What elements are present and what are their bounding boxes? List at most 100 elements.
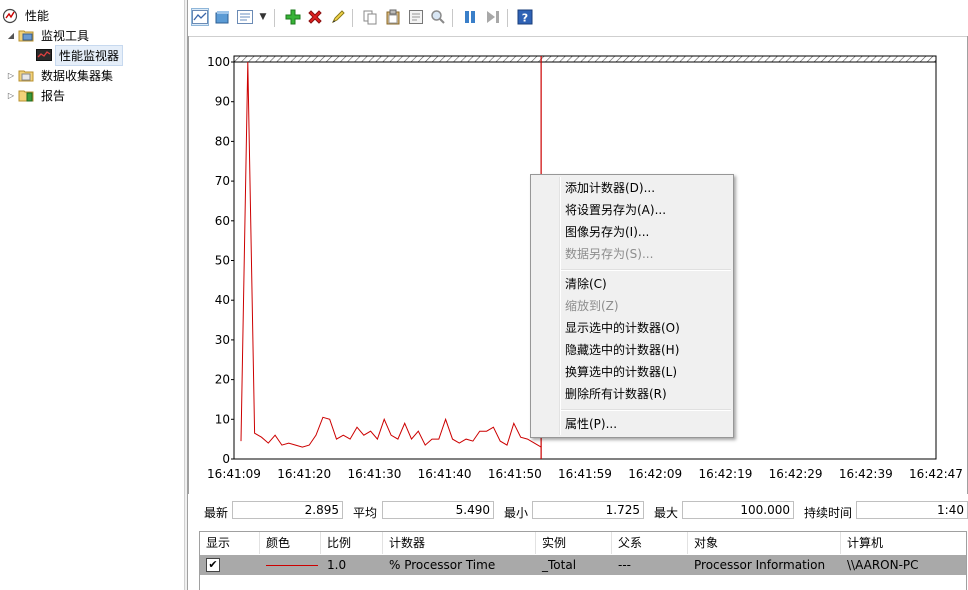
help-icon: ?: [517, 9, 533, 25]
row-object: Processor Information: [694, 558, 826, 572]
dropdown-icon: ▼: [259, 12, 267, 22]
view-dropdown-button[interactable]: ▼: [258, 8, 268, 26]
tree-label-performance: 性能: [25, 8, 50, 23]
freeze-display-icon: [465, 11, 475, 23]
copy-properties-button[interactable]: [361, 8, 379, 26]
series-line: [240, 61, 542, 448]
y-tick-label: 80: [215, 134, 230, 148]
highlight-icon: [331, 10, 345, 24]
tree-item-data-collector-sets[interactable]: ▷ 数据收集器集: [6, 66, 116, 84]
y-tick-label: 70: [215, 174, 230, 188]
column-header-instance[interactable]: 实例: [536, 532, 612, 554]
context-menu: 添加计数器(D)... 将设置另存为(A)... 图像另存为(I)... 数据另…: [530, 174, 734, 438]
folder-tools-icon: [18, 28, 34, 42]
counter-row[interactable]: ✔ 1.0 % Processor Time _Total --- Proces…: [200, 555, 966, 575]
y-tick-label: 40: [215, 293, 230, 307]
menu-save-image-as[interactable]: 图像另存为(I)...: [533, 221, 731, 243]
zoom-icon: [431, 10, 445, 24]
view-histogram-button[interactable]: [213, 8, 231, 26]
view-report-button[interactable]: [236, 8, 254, 26]
collapsed-arrow-icon[interactable]: ▷: [6, 91, 16, 100]
minimum-value: 1.725: [532, 501, 644, 519]
menu-properties[interactable]: 属性(P)...: [533, 413, 731, 435]
line-color-swatch: [266, 565, 318, 566]
column-header-computer[interactable]: 计算机: [841, 532, 966, 554]
x-tick-label: 16:41:20: [277, 467, 331, 481]
delete-counter-icon: [308, 10, 322, 24]
x-tick-label: 16:42:29: [769, 467, 823, 481]
folder-reports-icon: [18, 88, 34, 102]
toolbar: ▼ ?: [188, 0, 968, 37]
value-bar: 最新 2.895 平均 5.490 最小 1.725 最大 100.000 持续…: [188, 496, 968, 526]
column-header-color[interactable]: 颜色: [260, 532, 321, 554]
x-tick-label: 16:41:40: [418, 467, 472, 481]
x-tick-label: 16:42:47: [909, 467, 963, 481]
row-counter: % Processor Time: [389, 558, 496, 572]
toolbar-separator: [507, 9, 508, 27]
performance-monitor-icon: [36, 48, 52, 62]
y-tick-label: 20: [215, 373, 230, 387]
menu-separator: [561, 269, 731, 271]
tree-item-reports[interactable]: ▷ 报告: [6, 86, 68, 104]
menu-save-data-as: 数据另存为(S)...: [565, 247, 654, 261]
x-tick-label: 16:41:59: [558, 467, 612, 481]
menu-hide-selected[interactable]: 隐藏选中的计数器(H): [533, 339, 731, 361]
average-value: 5.490: [382, 501, 494, 519]
tree-item-monitoring-tools[interactable]: ◢ 监视工具: [6, 26, 92, 44]
x-tick-label: 16:41:50: [488, 467, 542, 481]
help-button[interactable]: ?: [516, 8, 534, 26]
minimum-label: 最小: [504, 506, 529, 520]
menu-add-counters[interactable]: 添加计数器(D)...: [533, 177, 731, 199]
paste-counters-icon: [386, 9, 400, 25]
collapsed-arrow-icon[interactable]: ▷: [6, 71, 16, 80]
tree-label-data-collector-sets: 数据收集器集: [41, 68, 114, 83]
column-header-scale[interactable]: 比例: [321, 532, 383, 554]
expanded-arrow-icon[interactable]: ◢: [6, 31, 16, 40]
add-counter-button[interactable]: [284, 8, 302, 26]
properties-icon: [409, 10, 423, 24]
zoom-button[interactable]: [429, 8, 447, 26]
x-tick-label: 16:41:09: [207, 467, 261, 481]
properties-button[interactable]: [407, 8, 425, 26]
x-tick-label: 16:41:30: [347, 467, 401, 481]
paste-counters-button[interactable]: [384, 8, 402, 26]
x-tick-label: 16:42:19: [698, 467, 752, 481]
menu-scale-selected[interactable]: 换算选中的计数器(L): [533, 361, 731, 383]
y-tick-label: 100: [207, 55, 230, 69]
y-tick-label: 60: [215, 214, 230, 228]
counter-list: 显示 颜色 比例 计数器 实例 父系 对象 计算机 ✔ 1.0 % Proces…: [199, 531, 967, 590]
show-checkbox[interactable]: ✔: [206, 558, 220, 572]
y-tick-label: 90: [215, 95, 230, 109]
column-header-counter[interactable]: 计数器: [383, 532, 536, 554]
x-tick-label: 16:42:09: [628, 467, 682, 481]
column-header-object[interactable]: 对象: [688, 532, 841, 554]
tree-item-performance[interactable]: 性能: [2, 6, 52, 24]
last-value: 2.895: [232, 501, 343, 519]
tree-label-reports: 报告: [41, 88, 66, 103]
tree-item-performance-monitor[interactable]: 性能监视器: [24, 44, 124, 66]
duration-value: 1:40: [856, 501, 968, 519]
maximum-label: 最大: [654, 506, 679, 520]
menu-separator: [561, 409, 731, 411]
row-parent: ---: [618, 558, 631, 572]
view-histogram-icon: [215, 11, 229, 24]
freeze-display-button[interactable]: [461, 8, 479, 26]
menu-clear[interactable]: 清除(C): [533, 273, 731, 295]
menu-show-selected[interactable]: 显示选中的计数器(O): [533, 317, 731, 339]
y-tick-label: 50: [215, 254, 230, 268]
toolbar-separator: [274, 9, 275, 27]
column-header-parent[interactable]: 父系: [612, 532, 688, 554]
navigation-tree: 性能 ◢ 监视工具 性能监视器 ▷ 数据收集器集 ▷ 报告: [0, 0, 184, 590]
view-graph-button[interactable]: [191, 8, 209, 26]
delete-counter-button[interactable]: [306, 8, 324, 26]
update-data-button[interactable]: [484, 8, 502, 26]
menu-save-settings-as[interactable]: 将设置另存为(A)...: [533, 199, 731, 221]
highlight-button[interactable]: [329, 8, 347, 26]
performance-icon: [2, 8, 18, 24]
duration-label: 持续时间: [804, 506, 853, 520]
maximum-value: 100.000: [682, 501, 794, 519]
y-tick-label: 30: [215, 333, 230, 347]
column-header-show[interactable]: 显示: [200, 532, 260, 554]
row-scale: 1.0: [327, 558, 347, 572]
menu-remove-all[interactable]: 删除所有计数器(R): [533, 383, 731, 405]
